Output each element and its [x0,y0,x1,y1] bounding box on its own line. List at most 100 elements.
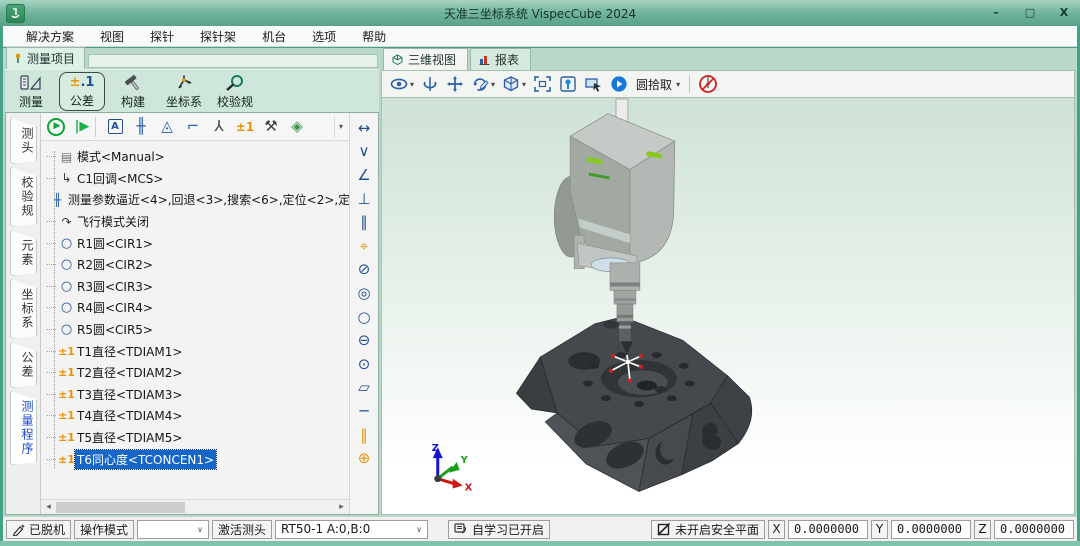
tree-item[interactable]: ╫ 测量参数逼近<4>,回退<3>,搜索<6>,定位<2>,定位加<2>,测 [47,189,349,211]
ribbon-tolerance-button[interactable]: ±.1 公差 [59,72,105,111]
triad-y-label: Y [460,455,469,466]
operation-mode-label: 操作模式 [74,520,134,539]
circle-pick-button[interactable]: 圆拾取 ▾ [632,76,684,93]
side-tab[interactable]: 元素 [10,230,37,276]
offline-status: 已脱机 [6,520,71,539]
play-demo-button[interactable] [607,72,631,96]
operation-mode-select[interactable]: ∨ [137,520,209,539]
tree-item[interactable]: ±1 T3直径<TDIAM3> [47,384,349,406]
zoom-fit-button[interactable] [530,72,555,96]
straightness-icon[interactable]: ─ [352,399,377,423]
window-select-button[interactable] [581,72,606,96]
tree-item[interactable]: ±1 T4直径<TDIAM4> [47,405,349,427]
flatness-icon[interactable]: ▱ [352,376,377,400]
ribbon-gauge-button[interactable]: 校验规 [212,72,258,111]
radius-icon[interactable]: ⊙ [352,352,377,376]
tree-item[interactable]: ▤ 模式<Manual> [47,146,349,168]
tolerance-icon-strip: ↔ ∨ ∠ ⊥ ∥ ⌖ ⊘ [350,113,378,514]
parallelism-icon[interactable]: ∥ [352,210,377,234]
tree-item[interactable]: ○ R4圆<CIR4> [47,297,349,319]
tree-item[interactable]: ±1 T2直径<TDIAM2> [47,362,349,384]
side-tab[interactable]: 公差 [10,342,37,388]
separator[interactable] [95,117,102,137]
tree-item-label: T1直径<TDIAM1> [75,342,184,361]
perpendicularity-icon[interactable]: ⊥ [352,187,377,211]
profile-icon[interactable]: ∨ [352,140,377,164]
tab-report[interactable]: 报表 [470,48,531,70]
menu-item[interactable]: 帮助 [349,26,399,47]
chevron-down-icon: ▾ [491,80,495,89]
header-spacer [88,54,378,68]
build-hammer-button[interactable]: ⚒ [258,114,284,139]
tree-item-label: T4直径<TDIAM4> [75,406,184,425]
tree-item[interactable]: ○ R1圆<CIR1> [47,232,349,254]
tree-horizontal-scrollbar[interactable]: ◂ ▸ [41,499,349,514]
menu-item[interactable]: 探针 [137,26,187,47]
window-frame-bottom [0,541,1080,546]
ribbon-build-button[interactable]: 构建 [110,72,156,111]
pan-view-button[interactable] [443,72,467,96]
tree-item-label: R3圆<CIR3> [75,277,155,296]
measurement-project-tab[interactable]: 测量项目 [6,47,85,69]
side-tab[interactable]: 测量程序 [10,391,37,465]
measure-button[interactable]: ◬ [154,114,180,139]
tree-item[interactable]: ↳ C1回调<MCS> [47,168,349,190]
tree-item[interactable]: ○ R3圆<CIR3> [47,276,349,298]
tolerance-button[interactable]: ±1 [232,114,258,139]
plane-button[interactable]: ◈ [284,114,310,139]
minimize-button[interactable]: – [984,4,1008,22]
label-frame-button[interactable]: A [102,114,128,139]
side-tab[interactable]: 校验规 [10,167,37,227]
circularity-icon[interactable]: ○ [352,305,377,329]
menu-item[interactable]: 选项 [299,26,349,47]
ribbon-measure-button[interactable]: 测量 [8,72,54,111]
tab-3d-view[interactable]: 三维视图 [383,48,468,70]
measurement-project-panel: 测量项目 测量 ±.1 公差 [5,50,379,515]
tree-item[interactable]: ±1 T6同心度<TCONCEN1> [47,448,349,470]
mode-icon: ▤ [58,150,75,164]
tree-item[interactable]: ±1 T5直径<TDIAM5> [47,427,349,449]
scroll-thumb[interactable] [56,502,185,513]
program-tree: ▤ 模式<Manual> ↳ C1回调<MCS> ╫ 测量参数逼近<4>,回退<… [41,141,349,499]
view-orientation-button[interactable]: ▾ [468,72,498,96]
tree-item[interactable]: ↷ 飞行模式关闭 [47,211,349,233]
position-icon[interactable]: ⌖ [352,234,377,258]
locate-feature-button[interactable] [556,72,580,96]
position2-icon[interactable]: ⊕ [352,446,377,470]
menu-item[interactable]: 机台 [249,26,299,47]
active-probe-select[interactable]: RT50-1 A:0,B:0 ∨ [275,520,428,539]
measure-params-button[interactable]: ╫ [128,114,154,139]
tree-item[interactable]: ±1 T1直径<TDIAM1> [47,340,349,362]
menu-item[interactable]: 视图 [87,26,137,47]
step-run-button[interactable]: |▶ [69,114,95,139]
runout-icon[interactable]: ⊘ [352,258,377,282]
rotate-view-button[interactable] [418,72,442,96]
tree-item[interactable]: ○ R5圆<CIR5> [47,319,349,341]
corner-route-button[interactable]: ⌐ [180,114,206,139]
close-button[interactable]: X [1052,4,1076,22]
scroll-left-arrow[interactable]: ◂ [41,501,56,514]
triad-z-label: Z [432,443,439,454]
toolbar-overflow-button[interactable]: ▾ [334,116,347,138]
scroll-right-arrow[interactable]: ▸ [334,501,349,514]
standard-views-button[interactable]: ▾ [499,72,529,96]
tree-item[interactable]: ○ R2圆<CIR2> [47,254,349,276]
symmetry-icon[interactable]: ‖ [352,423,377,447]
menu-item[interactable]: 探针架 [187,26,249,47]
concentricity-icon[interactable]: ◎ [352,281,377,305]
maximize-button[interactable]: □ [1018,4,1042,22]
3d-viewport[interactable]: Z Y X [381,97,1075,515]
ribbon-coordsys-button[interactable]: 坐标系 [161,72,207,111]
diameter-icon[interactable]: ⊖ [352,328,377,352]
side-tab[interactable]: 坐标系 [10,279,37,339]
menu-item[interactable]: 解决方案 [13,26,87,47]
view-visibility-button[interactable]: ▾ [387,72,417,96]
tree-item-label: T3直径<TDIAM3> [75,385,184,404]
coordsys-button[interactable]: ⅄ [206,114,232,139]
angle-icon[interactable]: ∠ [352,163,377,187]
distance-icon[interactable]: ↔ [352,116,377,140]
probe-display-off-button[interactable] [695,72,721,96]
side-tab[interactable]: 测头 [10,118,37,164]
run-program-button[interactable]: ▶ [43,114,69,139]
tolerance-icon: ±.1 [70,73,95,92]
